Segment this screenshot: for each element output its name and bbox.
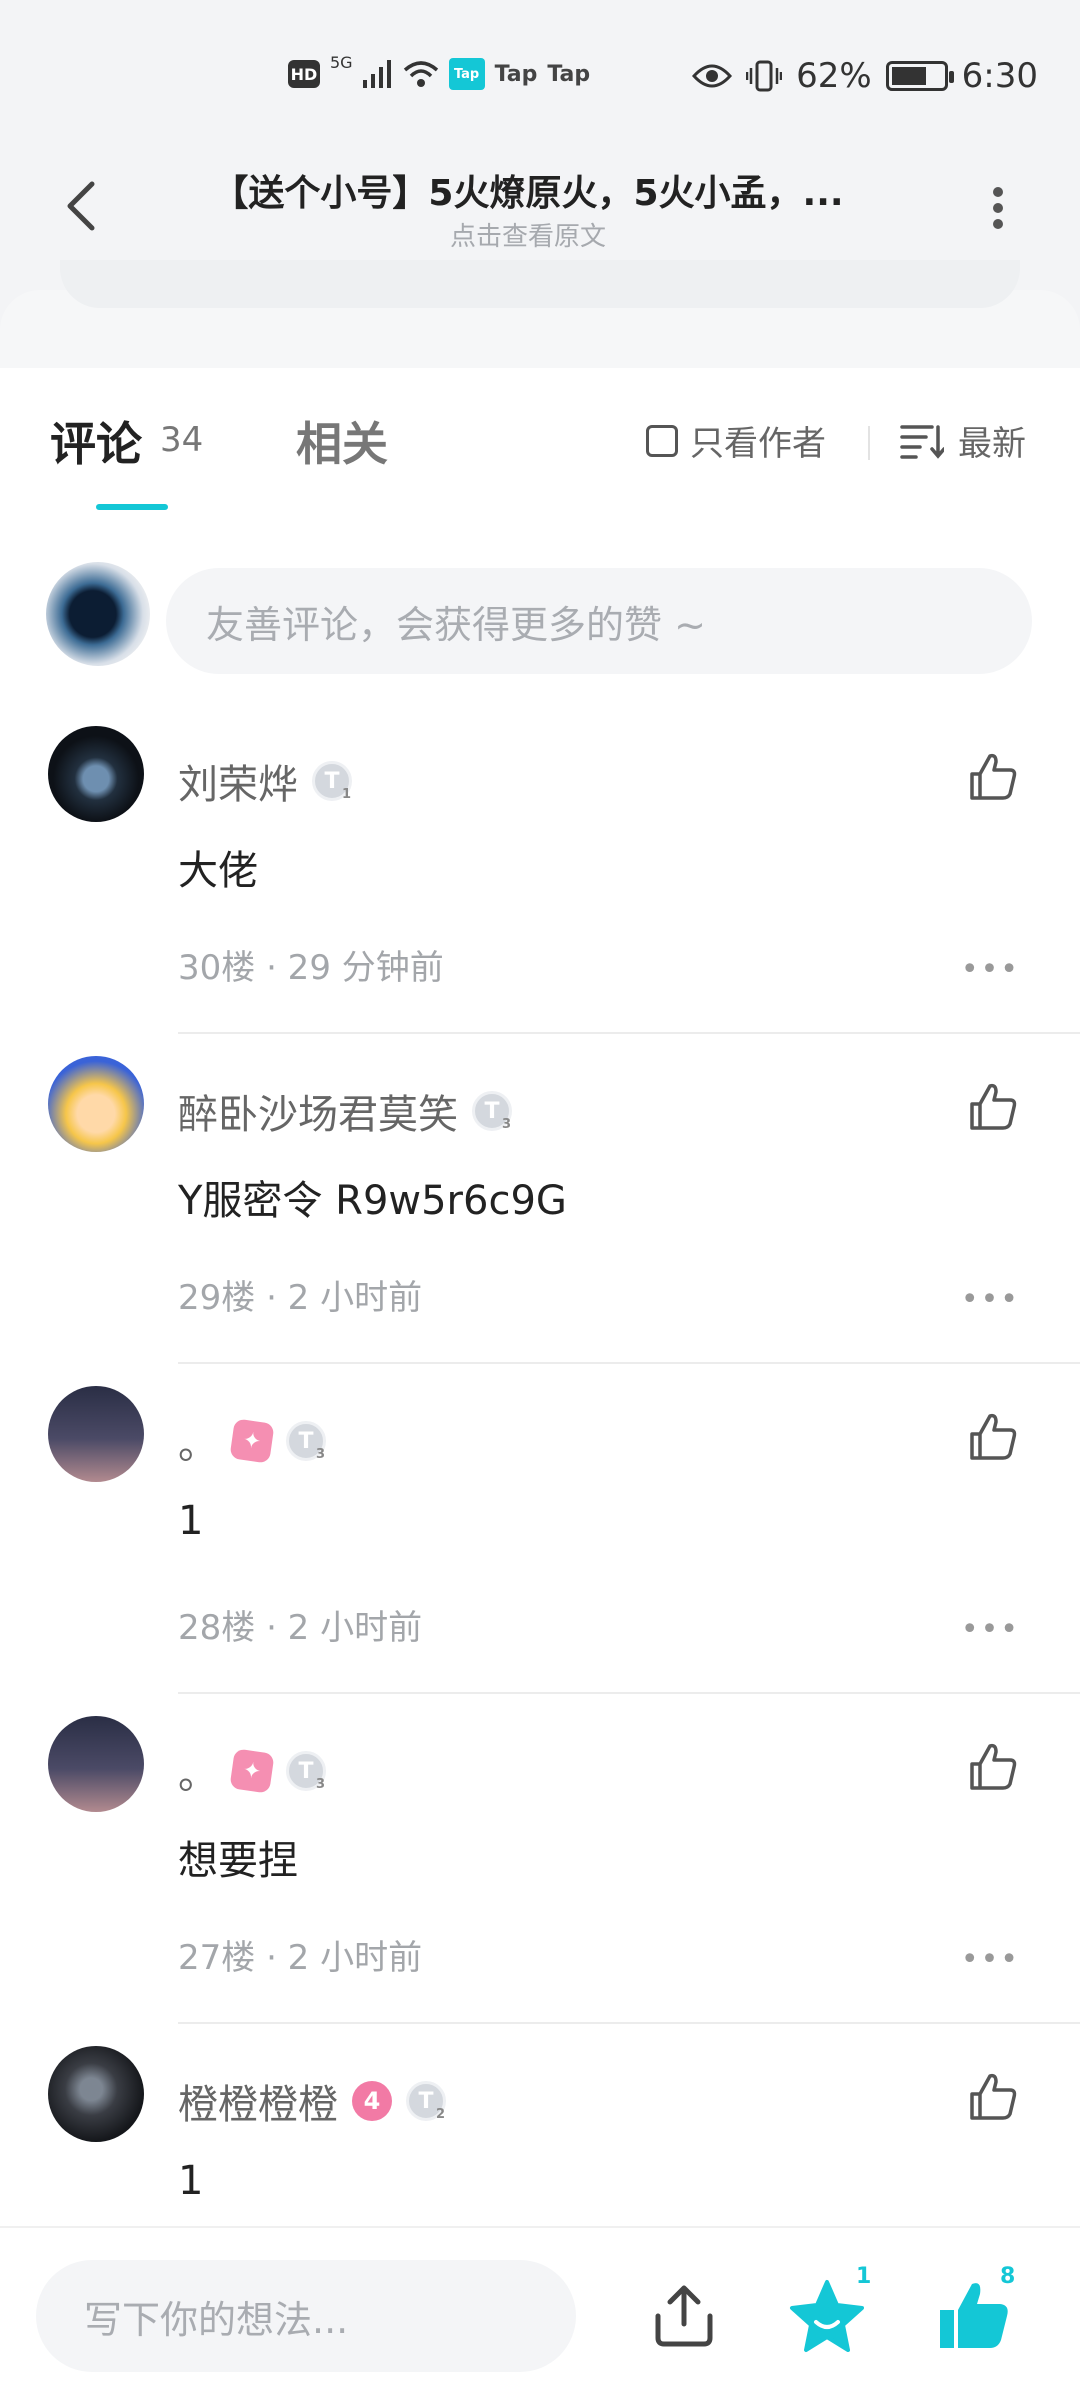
thumbs-up-icon[interactable] — [966, 1080, 1020, 1134]
sort-button[interactable]: 最新 — [900, 416, 1026, 465]
thumbs-up-icon[interactable] — [966, 2070, 1020, 2124]
share-icon[interactable] — [648, 2280, 720, 2352]
comment-text: Y服密令 R9w5r6c9G — [178, 1178, 567, 1224]
comment-meta: 28楼 · 2 小时前 — [178, 1608, 423, 1648]
clock: 6:30 — [961, 56, 1038, 96]
network-label: 5G — [330, 52, 353, 72]
avatar[interactable] — [48, 1716, 144, 1812]
favorite-count: 1 — [856, 2264, 872, 2289]
comment-divider — [178, 1692, 1080, 1694]
sort-icon — [900, 424, 944, 459]
tab-related[interactable]: 相关 — [296, 408, 388, 474]
comments-panel: 评论 34 相关 只看作者 最新 友善评论，会获得更多的赞 ~ 刘荣烨 T1 大… — [0, 368, 1080, 2228]
thumbs-up-icon[interactable] — [966, 1740, 1020, 1794]
level-badge-icon: T3 — [286, 1421, 326, 1462]
level-badge-icon: T3 — [472, 1091, 512, 1132]
view-original-link[interactable]: 点击查看原文 — [168, 216, 888, 253]
thumbs-up-icon[interactable] — [966, 1410, 1020, 1464]
battery-percent: 62% — [796, 56, 872, 96]
comment-meta: 27楼 · 2 小时前 — [178, 1938, 423, 1978]
tab-indicator — [96, 504, 168, 510]
comment-tabs: 评论 34 相关 只看作者 最新 — [0, 408, 1080, 518]
like-count: 8 — [1000, 2264, 1016, 2289]
my-avatar[interactable] — [46, 562, 150, 666]
status-bar: HD 5G Tap Tap Tap 62% 6:30 — [0, 50, 1080, 110]
tabs-divider — [868, 426, 870, 460]
nav-bar: 【送个小号】5火燎原火，5火小孟，... 点击查看原文 — [0, 150, 1080, 270]
comment-item: 。 ✦ T3 想要捏 27楼 · 2 小时前 ••• — [0, 1716, 1080, 2046]
avatar[interactable] — [48, 1056, 144, 1152]
eye-icon — [692, 64, 733, 88]
comment-divider — [178, 1362, 1080, 1364]
author-name: 。 — [178, 1422, 218, 1468]
bottom-action-bar: 写下你的想法... 1 8 — [0, 2226, 1080, 2400]
comment-author[interactable]: 醉卧沙场君莫笑 T3 — [178, 1082, 512, 1140]
taptap-logo-icon: Tap — [448, 58, 485, 90]
avatar[interactable] — [48, 2046, 144, 2142]
tab-comments[interactable]: 评论 — [50, 408, 142, 474]
comment-more-button[interactable]: ••• — [961, 1942, 1020, 1977]
comment-author[interactable]: 。 ✦ T3 — [178, 1412, 326, 1470]
comment-author[interactable]: 刘荣烨 T1 — [178, 752, 352, 810]
battery-icon — [885, 61, 954, 91]
author-only-label: 只看作者 — [690, 424, 826, 464]
sort-label: 最新 — [958, 424, 1026, 464]
comment-author[interactable]: 。 ✦ T3 — [178, 1742, 326, 1800]
level-badge-icon: T3 — [286, 1751, 326, 1792]
comment-text: 1 — [178, 1498, 204, 1544]
author-only-toggle[interactable]: 只看作者 — [646, 416, 826, 465]
thumbs-up-icon[interactable] — [966, 750, 1020, 804]
comment-more-button[interactable]: ••• — [961, 1612, 1020, 1647]
author-name: 醉卧沙场君莫笑 — [178, 1092, 458, 1138]
avatar[interactable] — [48, 726, 144, 822]
comment-item: 醉卧沙场君莫笑 T3 Y服密令 R9w5r6c9G 29楼 · 2 小时前 ••… — [0, 1056, 1080, 1386]
achievement-badge-icon: ✦ — [229, 1748, 275, 1794]
comment-author[interactable]: 橙橙橙橙 4 T2 — [178, 2072, 446, 2130]
comment-divider — [178, 1032, 1080, 1034]
more-vertical-icon — [993, 187, 1003, 229]
rank-badge-icon: 4 — [352, 2081, 392, 2121]
post-title[interactable]: 【送个小号】5火燎原火，5火小孟，... — [168, 164, 888, 216]
comment-more-button[interactable]: ••• — [961, 1282, 1020, 1317]
comment-meta: 29楼 · 2 小时前 — [178, 1278, 423, 1318]
author-name: 。 — [178, 1752, 218, 1798]
checkbox-icon — [646, 424, 678, 457]
comment-input[interactable]: 友善评论，会获得更多的赞 ~ — [166, 568, 1032, 674]
author-name: 刘荣烨 — [178, 762, 298, 808]
comment-count: 34 — [160, 420, 204, 460]
thumbs-up-filled-icon[interactable] — [936, 2278, 1012, 2354]
comment-text: 1 — [178, 2158, 204, 2204]
more-button[interactable] — [968, 178, 1028, 238]
avatar[interactable] — [48, 1386, 144, 1482]
chevron-left-icon — [67, 181, 95, 231]
card-edge-inner — [60, 260, 1020, 308]
achievement-badge-icon: ✦ — [229, 1418, 275, 1464]
comment-meta: 30楼 · 29 分钟前 — [178, 948, 444, 988]
star-favorite-icon[interactable] — [788, 2278, 866, 2356]
header-area: HD 5G Tap Tap Tap 62% 6:30 【送个小号】5火燎原火，5… — [0, 0, 1080, 370]
tap-notification-2: Tap — [547, 61, 591, 87]
author-name: 橙橙橙橙 — [178, 2082, 338, 2128]
comment-item: 刘荣烨 T1 大佬 30楼 · 29 分钟前 ••• — [0, 726, 1080, 1056]
comment-text: 大佬 — [178, 848, 258, 894]
comment-more-button[interactable]: ••• — [961, 952, 1020, 987]
wifi-icon — [403, 61, 438, 87]
level-badge-icon: T1 — [312, 761, 352, 802]
comment-divider — [178, 2022, 1080, 2024]
hd-badge: HD — [288, 60, 320, 88]
comment-input-placeholder: 友善评论，会获得更多的赞 ~ — [206, 602, 706, 647]
level-badge-icon: T2 — [406, 2081, 446, 2122]
tap-notification-1: Tap — [494, 61, 538, 87]
comment-text: 想要捏 — [178, 1838, 298, 1884]
write-comment-placeholder: 写下你的想法... — [84, 2297, 349, 2342]
write-comment-input[interactable]: 写下你的想法... — [36, 2260, 576, 2372]
comment-input-row: 友善评论，会获得更多的赞 ~ — [0, 558, 1080, 678]
back-button[interactable] — [50, 176, 110, 236]
comment-item: 。 ✦ T3 1 28楼 · 2 小时前 ••• — [0, 1386, 1080, 1716]
vibrate-icon — [746, 60, 783, 92]
signal-icon — [362, 60, 391, 88]
